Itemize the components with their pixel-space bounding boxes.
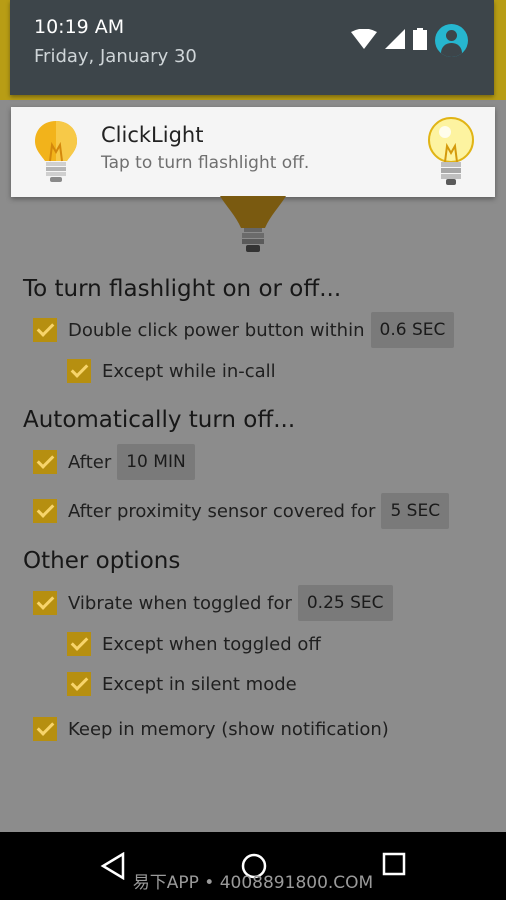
- battery-icon: [413, 27, 427, 54]
- except-silent-row[interactable]: Except in silent mode: [67, 672, 297, 696]
- status-date: Friday, January 30: [34, 46, 197, 67]
- vibrate-label: Vibrate when toggled for: [68, 592, 292, 614]
- signal-icon: [385, 28, 405, 53]
- status-time: 10:19 AM: [34, 16, 125, 38]
- double-click-interval-button[interactable]: 0.6 SEC: [370, 312, 455, 348]
- notification-title: ClickLight: [101, 123, 204, 147]
- lightbulb-icon: [33, 119, 79, 187]
- user-avatar-icon[interactable]: [435, 24, 468, 57]
- except-toggled-off-row[interactable]: Except when toggled off: [67, 632, 321, 656]
- status-icons: [351, 24, 468, 57]
- auto-off-after-checkbox[interactable]: [33, 450, 57, 474]
- proximity-checkbox[interactable]: [33, 499, 57, 523]
- except-silent-checkbox[interactable]: [67, 672, 91, 696]
- section-title-auto-off: Automatically turn off...: [23, 407, 296, 433]
- double-click-checkbox[interactable]: [33, 318, 57, 342]
- double-click-row[interactable]: Double click power button within 0.6 SEC: [33, 312, 455, 348]
- auto-off-after-label: After: [68, 451, 112, 473]
- vibrate-duration-button[interactable]: 0.25 SEC: [297, 585, 393, 621]
- watermark-text: 易下APP • 4008891800.COM: [132, 873, 374, 893]
- double-click-label: Double click power button within: [68, 319, 365, 341]
- auto-off-after-row[interactable]: After 10 MIN: [33, 444, 195, 480]
- vibrate-checkbox[interactable]: [33, 591, 57, 615]
- navigation-bar: 易下APP • 4008891800.COM: [0, 832, 506, 900]
- app-header-bulb-icon: [220, 196, 286, 260]
- keep-memory-label: Keep in memory (show notification): [68, 718, 389, 740]
- except-in-call-label: Except while in-call: [102, 360, 276, 382]
- section-title-turn-on-off: To turn flashlight on or off...: [23, 276, 342, 302]
- wifi-icon: [351, 28, 377, 53]
- except-silent-label: Except in silent mode: [102, 673, 297, 695]
- vibrate-row[interactable]: Vibrate when toggled for 0.25 SEC: [33, 585, 393, 621]
- keep-memory-checkbox[interactable]: [33, 717, 57, 741]
- section-title-other-options: Other options: [23, 548, 181, 574]
- except-in-call-row[interactable]: Except while in-call: [67, 359, 276, 383]
- notification-text: Tap to turn flashlight off.: [101, 153, 310, 173]
- notification-shade-header: 10:19 AM Friday, January 30: [10, 0, 494, 95]
- lightbulb-on-icon: [427, 116, 475, 190]
- proximity-duration-button[interactable]: 5 SEC: [381, 493, 450, 529]
- keep-memory-row[interactable]: Keep in memory (show notification): [33, 717, 389, 741]
- auto-off-duration-button[interactable]: 10 MIN: [117, 444, 195, 480]
- proximity-label: After proximity sensor covered for: [68, 500, 376, 522]
- proximity-row[interactable]: After proximity sensor covered for 5 SEC: [33, 493, 450, 529]
- except-toggled-off-label: Except when toggled off: [102, 633, 321, 655]
- except-toggled-off-checkbox[interactable]: [67, 632, 91, 656]
- except-in-call-checkbox[interactable]: [67, 359, 91, 383]
- flashlight-notification[interactable]: ClickLight Tap to turn flashlight off.: [11, 107, 495, 197]
